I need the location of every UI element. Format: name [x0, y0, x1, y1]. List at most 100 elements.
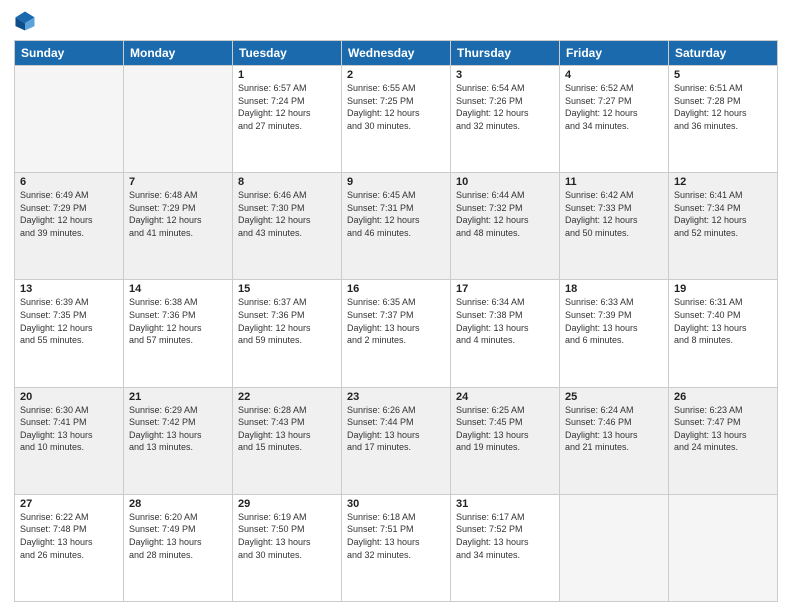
day-number: 9: [347, 176, 445, 188]
day-info: Sunrise: 6:23 AM Sunset: 7:47 PM Dayligh…: [674, 404, 772, 454]
calendar-cell: 10Sunrise: 6:44 AM Sunset: 7:32 PM Dayli…: [451, 173, 560, 280]
calendar-cell: 7Sunrise: 6:48 AM Sunset: 7:29 PM Daylig…: [124, 173, 233, 280]
calendar-cell: 24Sunrise: 6:25 AM Sunset: 7:45 PM Dayli…: [451, 387, 560, 494]
day-info: Sunrise: 6:26 AM Sunset: 7:44 PM Dayligh…: [347, 404, 445, 454]
day-number: 18: [565, 283, 663, 295]
day-number: 5: [674, 69, 772, 81]
day-number: 26: [674, 391, 772, 403]
calendar-cell: [15, 66, 124, 173]
calendar-cell: 11Sunrise: 6:42 AM Sunset: 7:33 PM Dayli…: [560, 173, 669, 280]
calendar-week-3: 13Sunrise: 6:39 AM Sunset: 7:35 PM Dayli…: [15, 280, 778, 387]
weekday-header-friday: Friday: [560, 41, 669, 66]
header: [14, 10, 778, 32]
day-number: 6: [20, 176, 118, 188]
day-info: Sunrise: 6:33 AM Sunset: 7:39 PM Dayligh…: [565, 296, 663, 346]
day-number: 24: [456, 391, 554, 403]
weekday-header-tuesday: Tuesday: [233, 41, 342, 66]
day-number: 2: [347, 69, 445, 81]
weekday-row: SundayMondayTuesdayWednesdayThursdayFrid…: [15, 41, 778, 66]
day-number: 16: [347, 283, 445, 295]
day-number: 30: [347, 498, 445, 510]
calendar-week-2: 6Sunrise: 6:49 AM Sunset: 7:29 PM Daylig…: [15, 173, 778, 280]
weekday-header-sunday: Sunday: [15, 41, 124, 66]
day-number: 23: [347, 391, 445, 403]
day-number: 22: [238, 391, 336, 403]
weekday-header-saturday: Saturday: [669, 41, 778, 66]
calendar-cell: 15Sunrise: 6:37 AM Sunset: 7:36 PM Dayli…: [233, 280, 342, 387]
day-info: Sunrise: 6:17 AM Sunset: 7:52 PM Dayligh…: [456, 511, 554, 561]
day-number: 31: [456, 498, 554, 510]
calendar-cell: 3Sunrise: 6:54 AM Sunset: 7:26 PM Daylig…: [451, 66, 560, 173]
day-info: Sunrise: 6:41 AM Sunset: 7:34 PM Dayligh…: [674, 189, 772, 239]
calendar-cell: 12Sunrise: 6:41 AM Sunset: 7:34 PM Dayli…: [669, 173, 778, 280]
day-number: 15: [238, 283, 336, 295]
day-number: 29: [238, 498, 336, 510]
calendar-cell: 26Sunrise: 6:23 AM Sunset: 7:47 PM Dayli…: [669, 387, 778, 494]
day-info: Sunrise: 6:44 AM Sunset: 7:32 PM Dayligh…: [456, 189, 554, 239]
calendar-cell: 2Sunrise: 6:55 AM Sunset: 7:25 PM Daylig…: [342, 66, 451, 173]
calendar-cell: 9Sunrise: 6:45 AM Sunset: 7:31 PM Daylig…: [342, 173, 451, 280]
calendar-week-5: 27Sunrise: 6:22 AM Sunset: 7:48 PM Dayli…: [15, 494, 778, 601]
weekday-header-wednesday: Wednesday: [342, 41, 451, 66]
calendar-cell: 5Sunrise: 6:51 AM Sunset: 7:28 PM Daylig…: [669, 66, 778, 173]
day-info: Sunrise: 6:48 AM Sunset: 7:29 PM Dayligh…: [129, 189, 227, 239]
day-number: 14: [129, 283, 227, 295]
day-info: Sunrise: 6:19 AM Sunset: 7:50 PM Dayligh…: [238, 511, 336, 561]
day-info: Sunrise: 6:29 AM Sunset: 7:42 PM Dayligh…: [129, 404, 227, 454]
day-info: Sunrise: 6:38 AM Sunset: 7:36 PM Dayligh…: [129, 296, 227, 346]
day-info: Sunrise: 6:18 AM Sunset: 7:51 PM Dayligh…: [347, 511, 445, 561]
calendar-cell: 29Sunrise: 6:19 AM Sunset: 7:50 PM Dayli…: [233, 494, 342, 601]
day-info: Sunrise: 6:20 AM Sunset: 7:49 PM Dayligh…: [129, 511, 227, 561]
calendar-cell: 4Sunrise: 6:52 AM Sunset: 7:27 PM Daylig…: [560, 66, 669, 173]
day-info: Sunrise: 6:35 AM Sunset: 7:37 PM Dayligh…: [347, 296, 445, 346]
day-number: 20: [20, 391, 118, 403]
logo: [14, 10, 40, 32]
calendar-cell: 30Sunrise: 6:18 AM Sunset: 7:51 PM Dayli…: [342, 494, 451, 601]
calendar-header: SundayMondayTuesdayWednesdayThursdayFrid…: [15, 41, 778, 66]
calendar-week-4: 20Sunrise: 6:30 AM Sunset: 7:41 PM Dayli…: [15, 387, 778, 494]
day-info: Sunrise: 6:57 AM Sunset: 7:24 PM Dayligh…: [238, 82, 336, 132]
calendar: SundayMondayTuesdayWednesdayThursdayFrid…: [14, 40, 778, 602]
calendar-cell: 1Sunrise: 6:57 AM Sunset: 7:24 PM Daylig…: [233, 66, 342, 173]
day-number: 3: [456, 69, 554, 81]
day-number: 4: [565, 69, 663, 81]
calendar-cell: [669, 494, 778, 601]
day-info: Sunrise: 6:49 AM Sunset: 7:29 PM Dayligh…: [20, 189, 118, 239]
day-info: Sunrise: 6:51 AM Sunset: 7:28 PM Dayligh…: [674, 82, 772, 132]
calendar-cell: [124, 66, 233, 173]
day-info: Sunrise: 6:55 AM Sunset: 7:25 PM Dayligh…: [347, 82, 445, 132]
day-info: Sunrise: 6:22 AM Sunset: 7:48 PM Dayligh…: [20, 511, 118, 561]
calendar-cell: 20Sunrise: 6:30 AM Sunset: 7:41 PM Dayli…: [15, 387, 124, 494]
calendar-cell: 13Sunrise: 6:39 AM Sunset: 7:35 PM Dayli…: [15, 280, 124, 387]
calendar-cell: 25Sunrise: 6:24 AM Sunset: 7:46 PM Dayli…: [560, 387, 669, 494]
calendar-cell: 6Sunrise: 6:49 AM Sunset: 7:29 PM Daylig…: [15, 173, 124, 280]
day-number: 19: [674, 283, 772, 295]
day-info: Sunrise: 6:31 AM Sunset: 7:40 PM Dayligh…: [674, 296, 772, 346]
day-info: Sunrise: 6:24 AM Sunset: 7:46 PM Dayligh…: [565, 404, 663, 454]
calendar-body: 1Sunrise: 6:57 AM Sunset: 7:24 PM Daylig…: [15, 66, 778, 602]
day-number: 12: [674, 176, 772, 188]
day-info: Sunrise: 6:54 AM Sunset: 7:26 PM Dayligh…: [456, 82, 554, 132]
day-number: 1: [238, 69, 336, 81]
calendar-cell: 18Sunrise: 6:33 AM Sunset: 7:39 PM Dayli…: [560, 280, 669, 387]
calendar-cell: 22Sunrise: 6:28 AM Sunset: 7:43 PM Dayli…: [233, 387, 342, 494]
day-info: Sunrise: 6:46 AM Sunset: 7:30 PM Dayligh…: [238, 189, 336, 239]
calendar-cell: 31Sunrise: 6:17 AM Sunset: 7:52 PM Dayli…: [451, 494, 560, 601]
calendar-cell: 19Sunrise: 6:31 AM Sunset: 7:40 PM Dayli…: [669, 280, 778, 387]
calendar-cell: 21Sunrise: 6:29 AM Sunset: 7:42 PM Dayli…: [124, 387, 233, 494]
day-number: 21: [129, 391, 227, 403]
calendar-cell: [560, 494, 669, 601]
day-number: 27: [20, 498, 118, 510]
day-info: Sunrise: 6:34 AM Sunset: 7:38 PM Dayligh…: [456, 296, 554, 346]
day-info: Sunrise: 6:28 AM Sunset: 7:43 PM Dayligh…: [238, 404, 336, 454]
day-number: 13: [20, 283, 118, 295]
day-info: Sunrise: 6:52 AM Sunset: 7:27 PM Dayligh…: [565, 82, 663, 132]
day-number: 11: [565, 176, 663, 188]
day-number: 25: [565, 391, 663, 403]
day-info: Sunrise: 6:42 AM Sunset: 7:33 PM Dayligh…: [565, 189, 663, 239]
day-info: Sunrise: 6:45 AM Sunset: 7:31 PM Dayligh…: [347, 189, 445, 239]
calendar-cell: 8Sunrise: 6:46 AM Sunset: 7:30 PM Daylig…: [233, 173, 342, 280]
calendar-cell: 16Sunrise: 6:35 AM Sunset: 7:37 PM Dayli…: [342, 280, 451, 387]
day-info: Sunrise: 6:37 AM Sunset: 7:36 PM Dayligh…: [238, 296, 336, 346]
calendar-cell: 17Sunrise: 6:34 AM Sunset: 7:38 PM Dayli…: [451, 280, 560, 387]
